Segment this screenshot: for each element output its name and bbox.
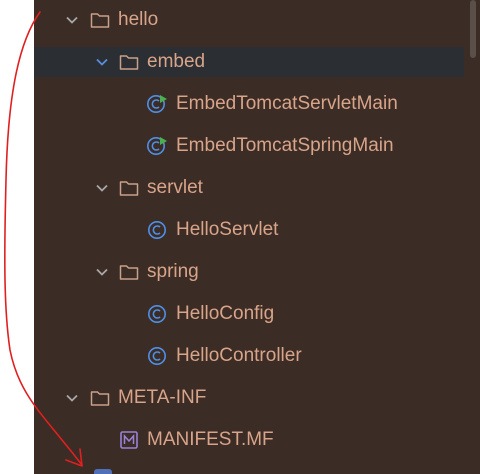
runnable-class-icon xyxy=(146,93,168,115)
tree-row-servlet[interactable]: servlet xyxy=(34,173,464,203)
tree-row-embed-tomcat-servlet-main[interactable]: EmbedTomcatServletMain xyxy=(34,89,464,119)
chevron-down-icon[interactable] xyxy=(94,180,110,196)
chevron-down-icon[interactable] xyxy=(94,264,110,280)
tree-item-label: HelloConfig xyxy=(176,303,275,324)
tree-item-label: HelloController xyxy=(176,345,302,366)
scrollbar-thumb[interactable] xyxy=(470,0,476,58)
tree-row-hello[interactable]: hello xyxy=(34,5,464,35)
tree-row-meta-inf[interactable]: META-INF xyxy=(34,383,464,413)
tree-item-label: EmbedTomcatSpringMain xyxy=(176,135,394,156)
tree-item-label: MANIFEST.MF xyxy=(147,429,274,450)
tree-row-hello-config[interactable]: HelloConfig xyxy=(34,299,464,329)
tree-item-label: HelloServlet xyxy=(176,219,279,240)
manifest-file-icon xyxy=(118,429,140,451)
project-tree-panel: hello embed EmbedTomcatServletMain Embed… xyxy=(34,0,480,474)
folder-icon xyxy=(89,9,111,31)
partial-row-icon xyxy=(94,469,112,474)
tree-item-label: spring xyxy=(147,261,199,282)
folder-icon xyxy=(89,387,111,409)
tree-row-embed-tomcat-spring-main[interactable]: EmbedTomcatSpringMain xyxy=(34,131,464,161)
class-icon xyxy=(146,219,168,241)
class-icon xyxy=(146,303,168,325)
tree-item-label: hello xyxy=(118,9,159,30)
tree-item-label: embed xyxy=(147,51,206,72)
folder-icon xyxy=(118,261,140,283)
tree-row-hello-controller[interactable]: HelloController xyxy=(34,341,464,371)
runnable-class-icon xyxy=(146,135,168,157)
folder-icon xyxy=(118,177,140,199)
tree-item-label: servlet xyxy=(147,177,203,198)
class-icon xyxy=(146,345,168,367)
tree-item-label: META-INF xyxy=(118,387,207,408)
tree-item-label: EmbedTomcatServletMain xyxy=(176,93,398,114)
folder-icon xyxy=(118,51,140,73)
chevron-down-icon[interactable] xyxy=(94,54,110,70)
chevron-down-icon[interactable] xyxy=(64,12,80,28)
tree-row-spring[interactable]: spring xyxy=(34,257,464,287)
tree-row-manifest[interactable]: MANIFEST.MF xyxy=(34,425,464,455)
tree-row-embed[interactable]: embed xyxy=(34,47,464,77)
chevron-down-icon[interactable] xyxy=(64,390,80,406)
scrollbar[interactable] xyxy=(466,0,480,474)
tree-row-hello-servlet[interactable]: HelloServlet xyxy=(34,215,464,245)
